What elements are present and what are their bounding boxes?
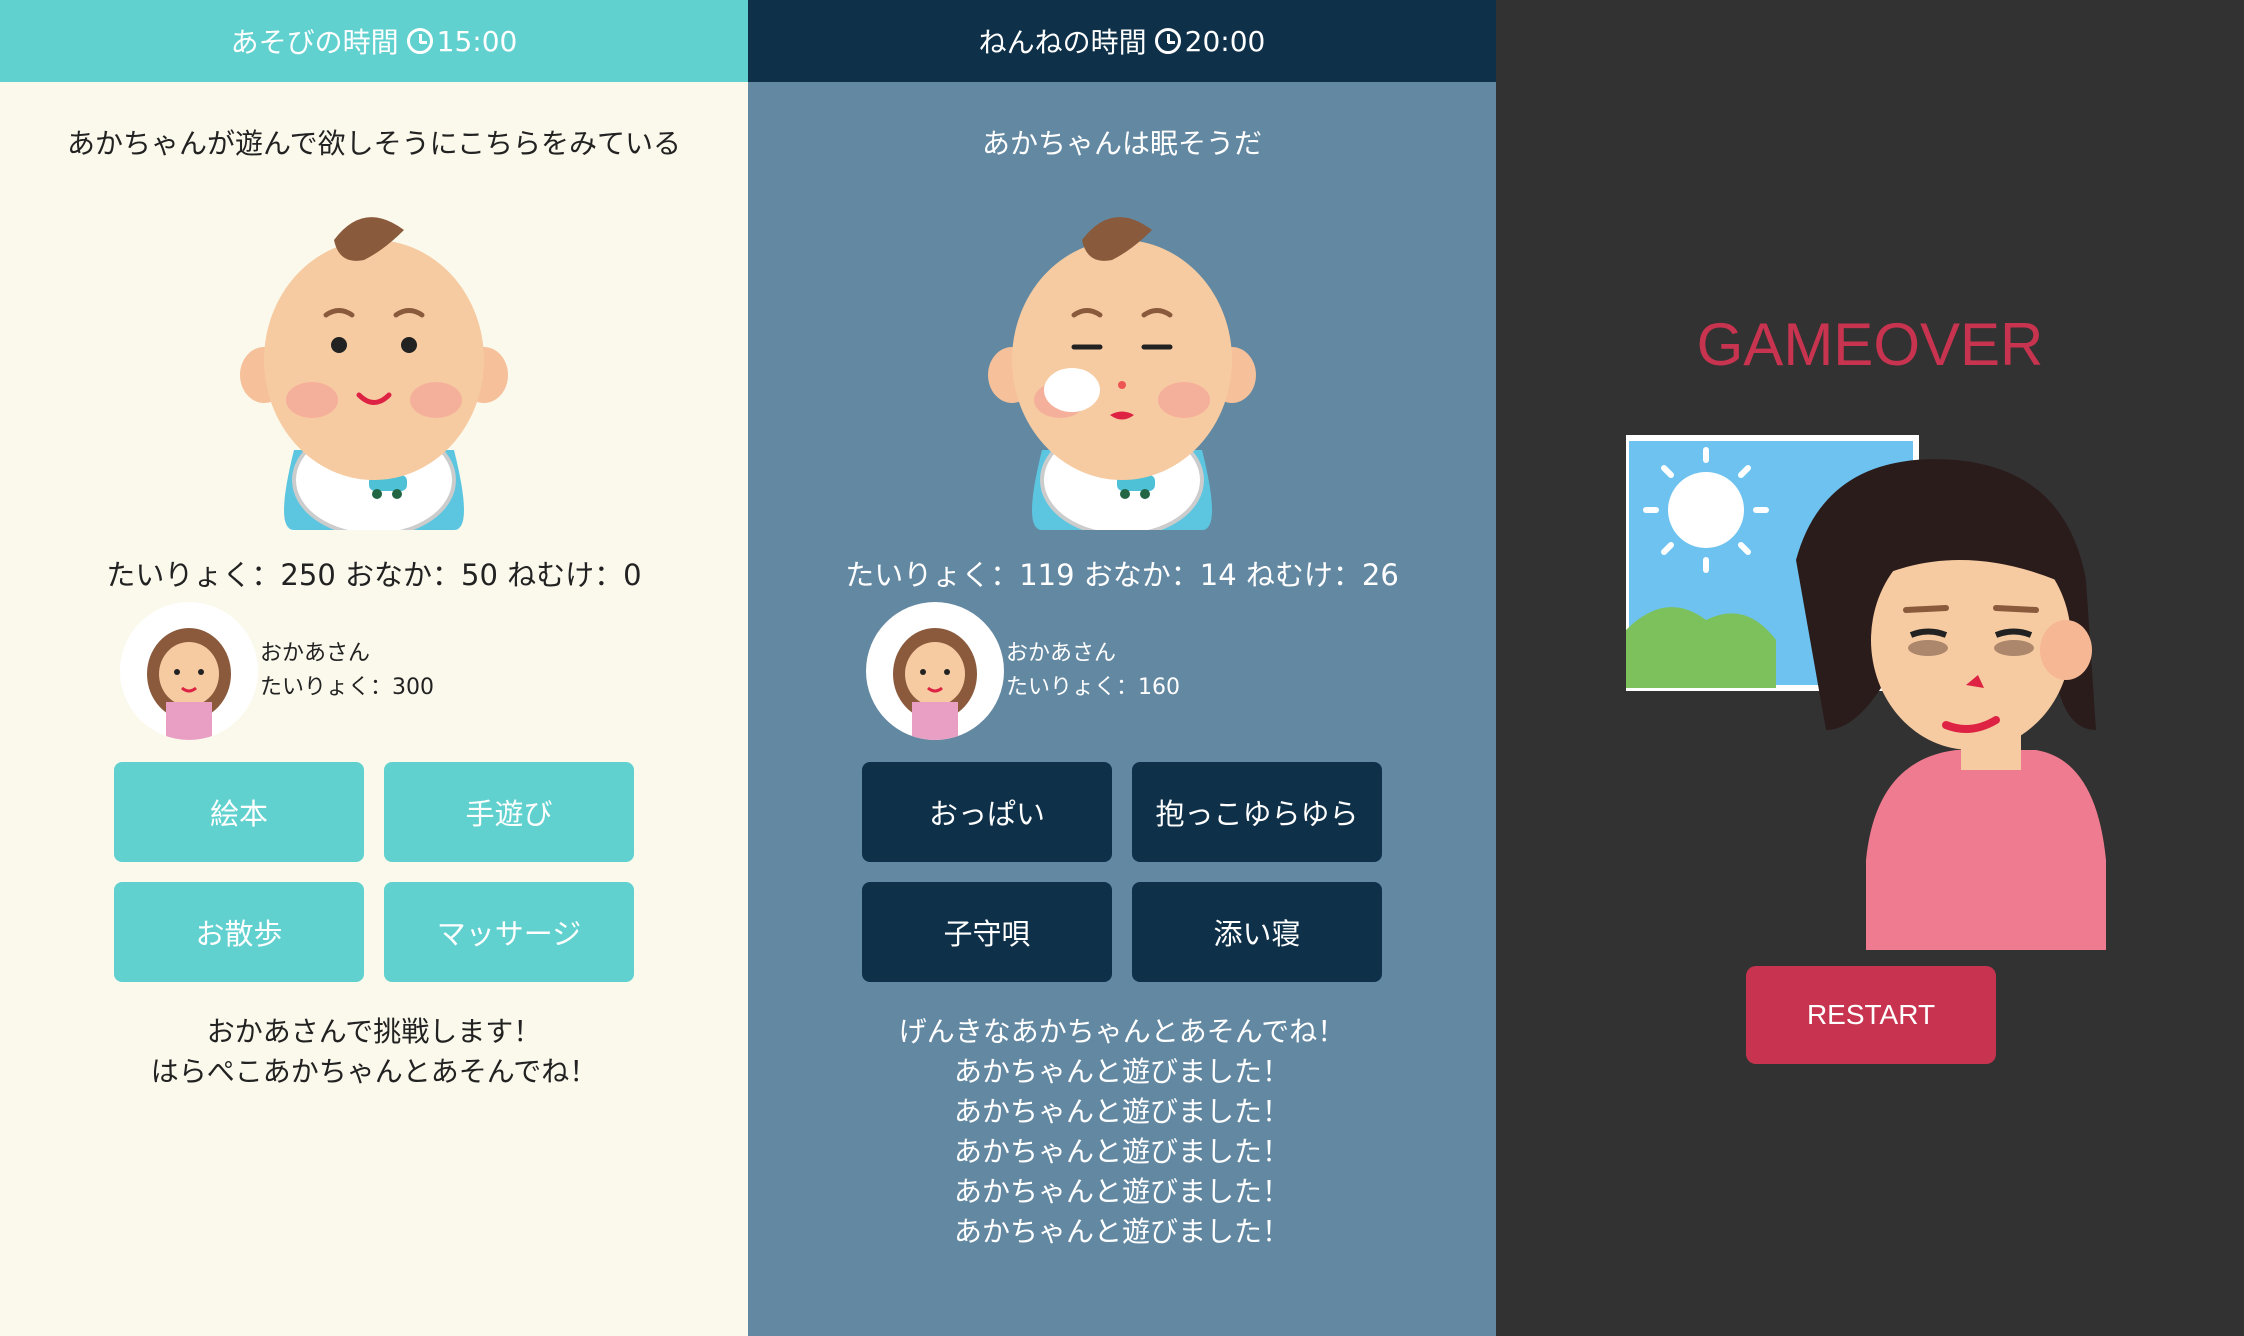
gameover-panel: GAMEOVER RESTART	[1496, 0, 2244, 1336]
mother-avatar	[120, 602, 258, 740]
mother-card: おかあさん たいりょく：160	[866, 602, 1180, 740]
exhausted-mother-illustration	[1626, 435, 2106, 950]
mother-stamina: たいりょく：160	[1006, 675, 1180, 700]
restart-button[interactable]: RESTART	[1746, 966, 1996, 1064]
log-line: はらぺこあかちゃんとあそんでね！	[150, 1055, 598, 1088]
mother-name: おかあさん	[260, 641, 371, 666]
breastfeed-button[interactable]: おっぱい	[862, 762, 1112, 862]
play-action-buttons: 絵本 手遊び お散歩 マッサージ	[114, 762, 634, 982]
lullaby-button[interactable]: 子守唄	[862, 882, 1112, 982]
clock-icon	[1154, 28, 1181, 54]
baby-stats: たいりょく：250 おなか：50 ねむけ：0	[106, 558, 642, 592]
log-line: あかちゃんと遊びました！	[953, 1055, 1290, 1088]
mother-stamina: たいりょく：300	[260, 675, 434, 700]
event-log: おかあさんで挑戦します！ はらぺこあかちゃんとあそんでね！	[0, 1012, 748, 1092]
baby-status-message: あかちゃんが遊んで欲しそうにこちらをみている	[66, 127, 682, 160]
log-line: あかちゃんと遊びました！	[953, 1095, 1290, 1128]
play-time-panel: あそびの時間 15:00 あかちゃんが遊んで欲しそうにこちらをみている たいりょ…	[0, 0, 748, 1336]
header-time: 15:00	[436, 24, 518, 58]
massage-button[interactable]: マッサージ	[384, 882, 634, 982]
baby-stats: たいりょく：119 おなか：14 ねむけ：26	[845, 558, 1399, 592]
sleep-action-buttons: おっぱい 抱っこゆらゆら 子守唄 添い寝	[862, 762, 1382, 982]
sleep-time-panel: ねんねの時間 20:00 あかちゃんは眠そうだ たいりょく：119 おなか：14…	[748, 0, 1496, 1336]
clock-icon	[406, 28, 433, 54]
baby-smiling-illustration	[240, 217, 508, 530]
co-sleep-button[interactable]: 添い寝	[1132, 882, 1382, 982]
picture-book-button[interactable]: 絵本	[114, 762, 364, 862]
header-time: 20:00	[1184, 24, 1266, 58]
walk-button[interactable]: お散歩	[114, 882, 364, 982]
gameover-title: GAMEOVER	[1696, 311, 2044, 378]
log-line: あかちゃんと遊びました！	[953, 1215, 1290, 1248]
log-line: げんきなあかちゃんとあそんでね！	[898, 1015, 1346, 1048]
sleep-time-header: ねんねの時間 20:00	[748, 0, 1496, 82]
mother-info: おかあさん たいりょく：160	[1006, 637, 1180, 705]
rock-hold-button[interactable]: 抱っこゆらゆら	[1132, 762, 1382, 862]
header-title: ねんねの時間	[978, 26, 1147, 59]
mother-info: おかあさん たいりょく：300	[260, 637, 434, 705]
mother-name: おかあさん	[1006, 641, 1117, 666]
play-time-header: あそびの時間 15:00	[0, 0, 748, 82]
baby-status-message: あかちゃんは眠そうだ	[981, 127, 1262, 160]
baby-sleepy-illustration	[988, 217, 1256, 530]
mother-avatar	[866, 602, 1004, 740]
header-title: あそびの時間	[230, 26, 399, 59]
mother-card: おかあさん たいりょく：300	[120, 602, 434, 740]
hand-play-button[interactable]: 手遊び	[384, 762, 634, 862]
log-line: あかちゃんと遊びました！	[953, 1135, 1290, 1168]
event-log: げんきなあかちゃんとあそんでね！ あかちゃんと遊びました！ あかちゃんと遊びまし…	[748, 1012, 1496, 1252]
log-line: おかあさんで挑戦します！	[206, 1015, 542, 1048]
log-line: あかちゃんと遊びました！	[953, 1175, 1290, 1208]
